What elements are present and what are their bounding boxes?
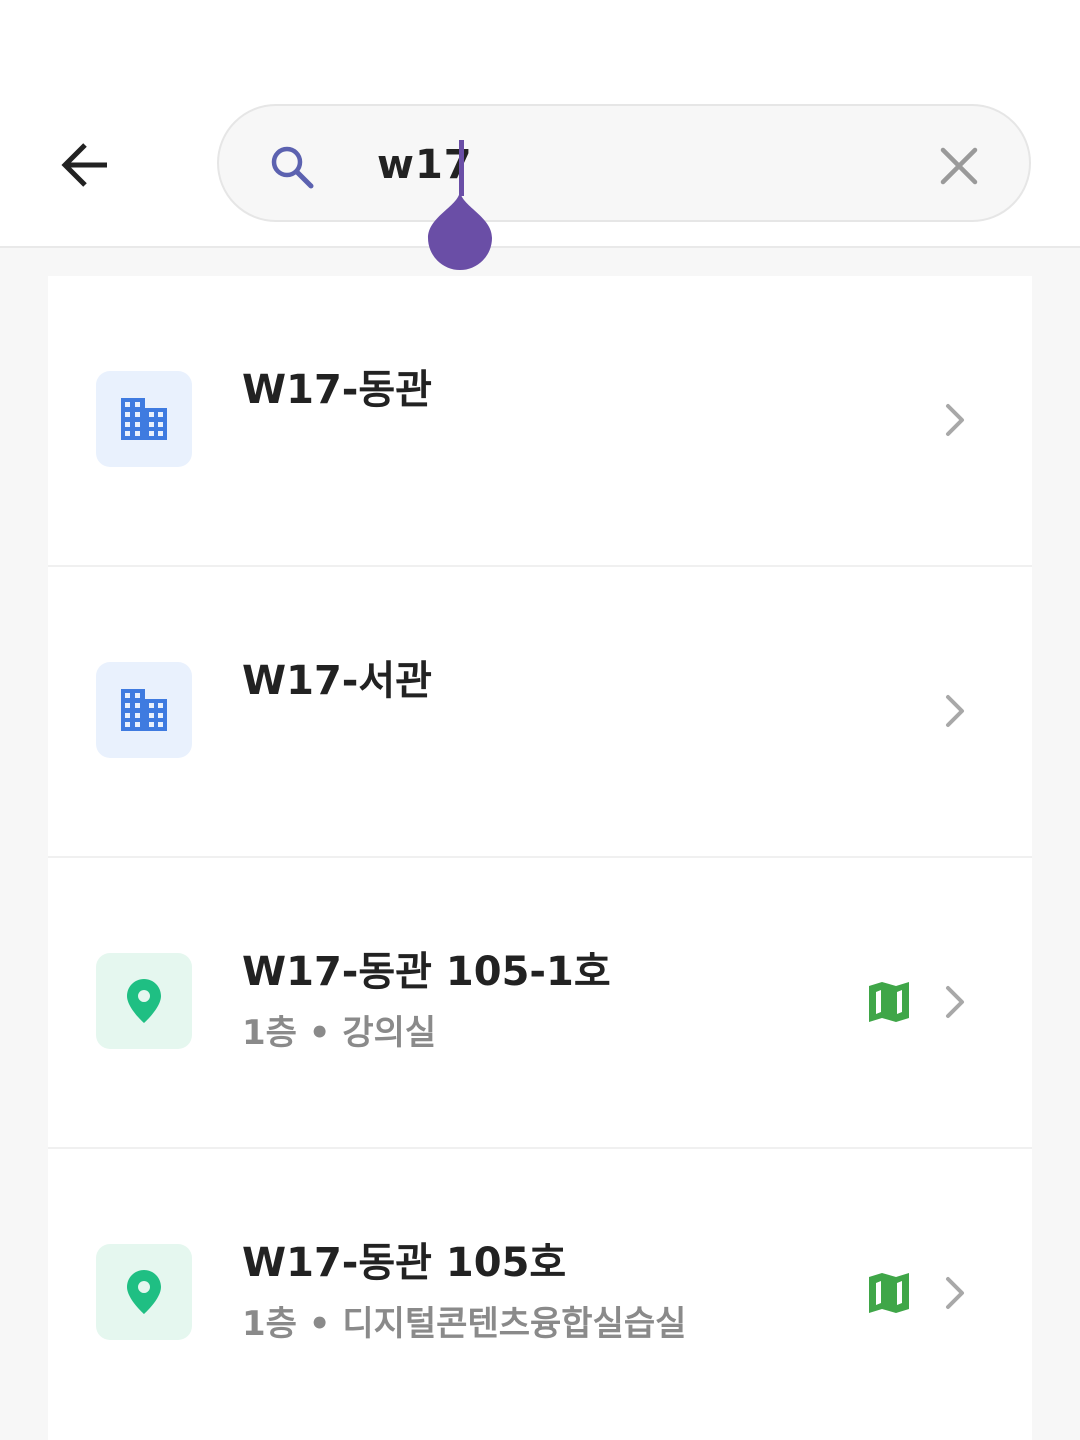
close-icon[interactable]	[935, 142, 983, 190]
result-title: W17-서관	[242, 658, 432, 704]
result-title: W17-동관	[242, 367, 432, 413]
map-icon[interactable]	[868, 982, 910, 1022]
place-thumb	[96, 953, 192, 1049]
result-title: W17-동관 105-1호	[242, 949, 611, 995]
search-header: w17	[0, 0, 1080, 248]
chevron-right-icon	[946, 404, 964, 436]
result-title: W17-동관 105호	[242, 1240, 567, 1286]
result-subtitle: 1층 • 강의실	[242, 1013, 437, 1053]
search-input[interactable]: w17	[217, 104, 1031, 222]
search-results-list: W17-동관 W17-서관 W17-동관 105-1호 1층 • 강의실 W17…	[48, 276, 1032, 1440]
building-thumb	[96, 662, 192, 758]
building-icon	[121, 398, 167, 440]
search-icon	[271, 146, 314, 189]
chevron-right-icon	[946, 1277, 964, 1309]
map-icon[interactable]	[868, 1273, 910, 1313]
back-button[interactable]	[50, 130, 120, 200]
list-item[interactable]: W17-서관	[48, 567, 1032, 856]
location-pin-icon	[127, 1270, 161, 1314]
text-cursor-handle[interactable]	[426, 188, 494, 272]
place-thumb	[96, 1244, 192, 1340]
chevron-right-icon	[946, 986, 964, 1018]
arrow-left-icon	[61, 143, 107, 187]
list-item[interactable]: W17-동관 105호 1층 • 디지털콘텐츠융합실습실	[48, 1149, 1032, 1438]
chevron-right-icon	[946, 695, 964, 727]
location-pin-icon	[127, 979, 161, 1023]
result-subtitle: 1층 • 디지털콘텐츠융합실습실	[242, 1304, 687, 1344]
list-item[interactable]: W17-동관	[48, 276, 1032, 565]
building-thumb	[96, 371, 192, 467]
list-item[interactable]: W17-동관 105-1호 1층 • 강의실	[48, 858, 1032, 1147]
building-icon	[121, 689, 167, 731]
